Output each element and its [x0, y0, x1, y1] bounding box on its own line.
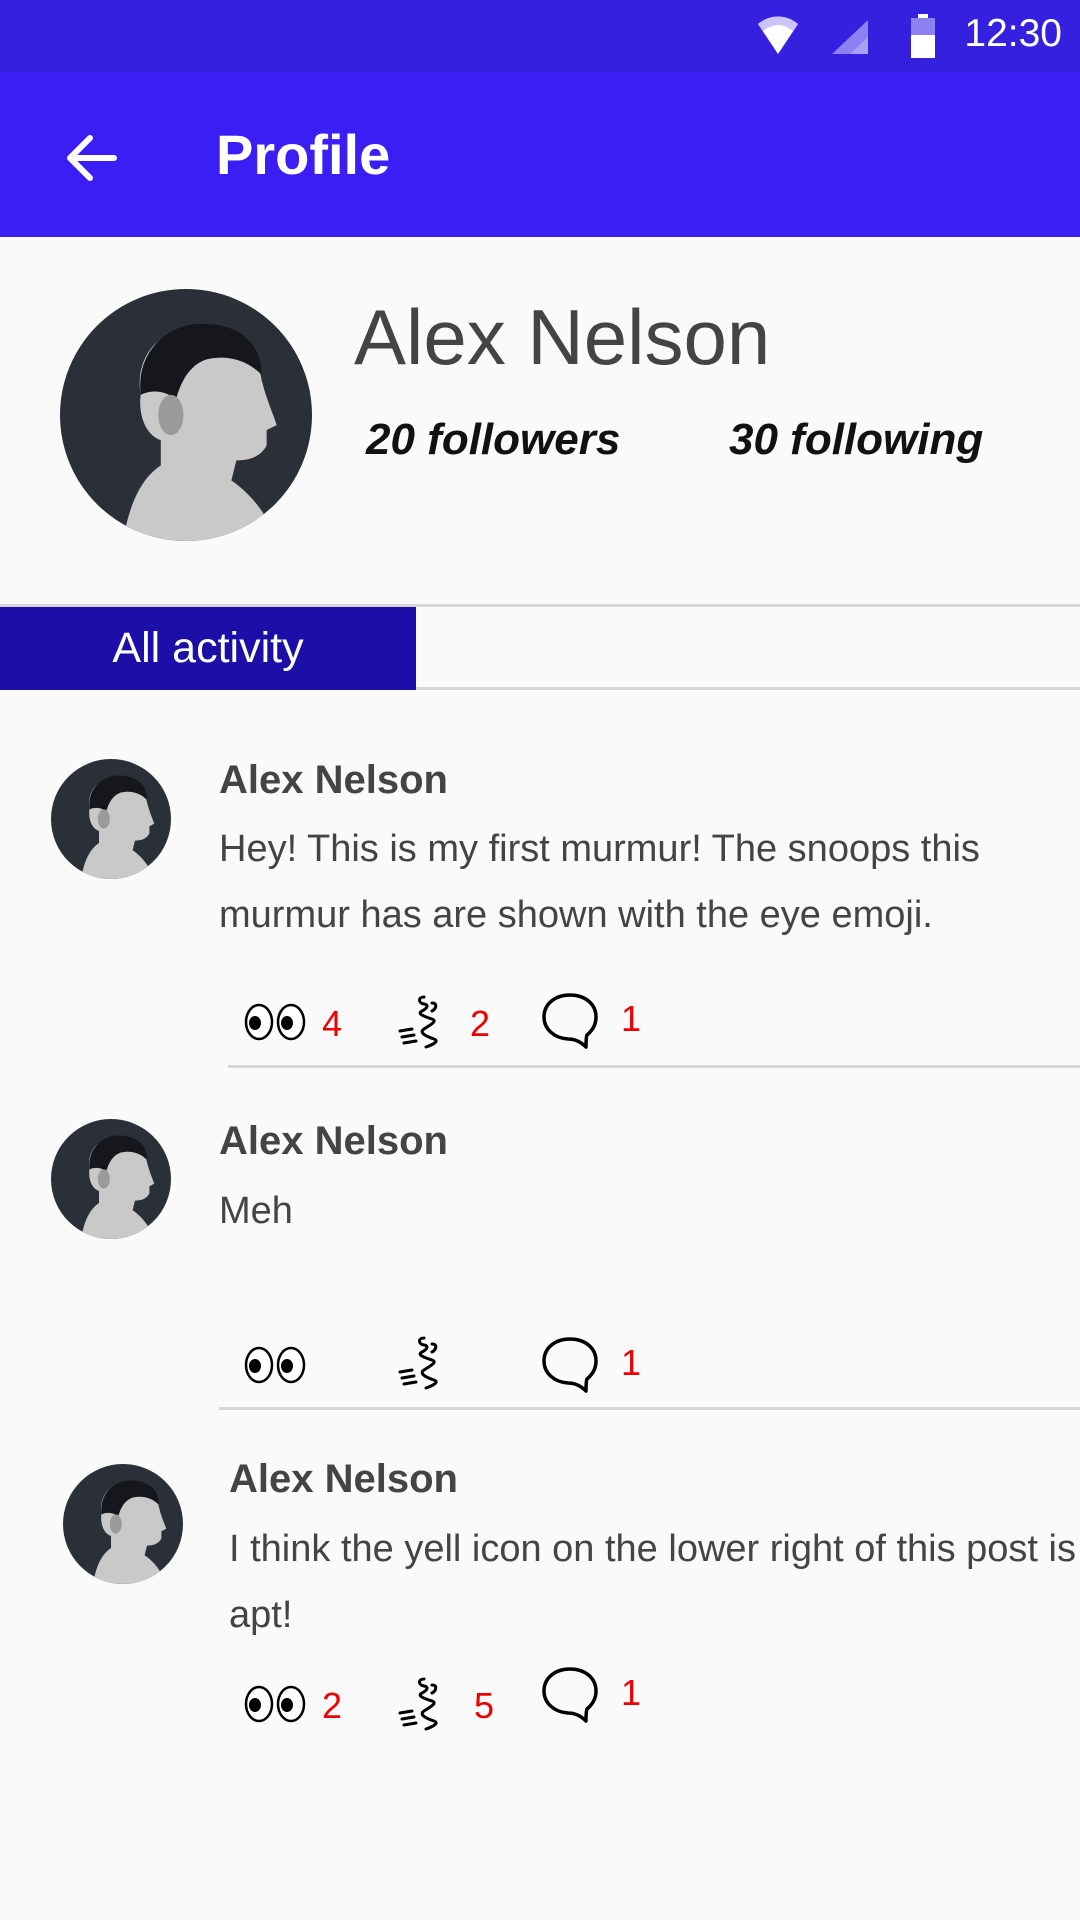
yell-count: 2	[470, 1003, 491, 1044]
comment-count: 1	[621, 1672, 642, 1713]
profile-avatar[interactable]	[60, 289, 312, 541]
speech-bubble-icon[interactable]	[540, 1663, 600, 1723]
signal-icon	[830, 18, 870, 56]
yell-icon[interactable]	[396, 991, 456, 1051]
post-author: Alex Nelson	[219, 1119, 448, 1163]
eyes-icon[interactable]	[244, 1002, 308, 1042]
eyes-icon[interactable]	[244, 1345, 308, 1385]
post-text: Hey! This is my first murmur! The snoops…	[219, 828, 980, 936]
post-text: Meh	[219, 1190, 293, 1232]
yell-count: 5	[474, 1685, 495, 1726]
followers-count[interactable]: 20 followers	[366, 415, 620, 465]
post-author: Alex Nelson	[229, 1457, 458, 1501]
tab-all-activity[interactable]: All activity	[0, 607, 416, 690]
post-avatar[interactable]	[51, 1119, 171, 1239]
divider	[228, 1065, 1080, 1068]
eyes-icon[interactable]	[244, 1684, 308, 1724]
snoop-count: 4	[322, 1003, 343, 1044]
wifi-icon	[756, 16, 800, 56]
post-author: Alex Nelson	[219, 758, 448, 802]
profile-name: Alex Nelson	[354, 293, 771, 381]
snoop-count: 2	[322, 1685, 343, 1726]
speech-bubble-icon[interactable]	[540, 1333, 600, 1393]
battery-icon	[910, 14, 936, 58]
yell-icon[interactable]	[396, 1332, 456, 1392]
status-time: 12:30	[964, 12, 1062, 55]
divider	[219, 1407, 1080, 1410]
post-avatar[interactable]	[63, 1464, 183, 1584]
divider	[416, 687, 1080, 690]
post-text: I think the yell icon on the lower right…	[229, 1528, 1076, 1636]
arrow-left-icon[interactable]	[60, 130, 126, 186]
page-title: Profile	[216, 123, 391, 186]
app-bar: Profile	[0, 72, 1080, 237]
post-avatar[interactable]	[51, 759, 171, 879]
status-bar: 12:30	[0, 0, 1080, 72]
comment-count: 1	[621, 998, 642, 1039]
speech-bubble-icon[interactable]	[540, 989, 600, 1049]
yell-icon[interactable]	[396, 1673, 456, 1733]
following-count[interactable]: 30 following	[729, 415, 983, 465]
comment-count: 1	[621, 1342, 642, 1383]
